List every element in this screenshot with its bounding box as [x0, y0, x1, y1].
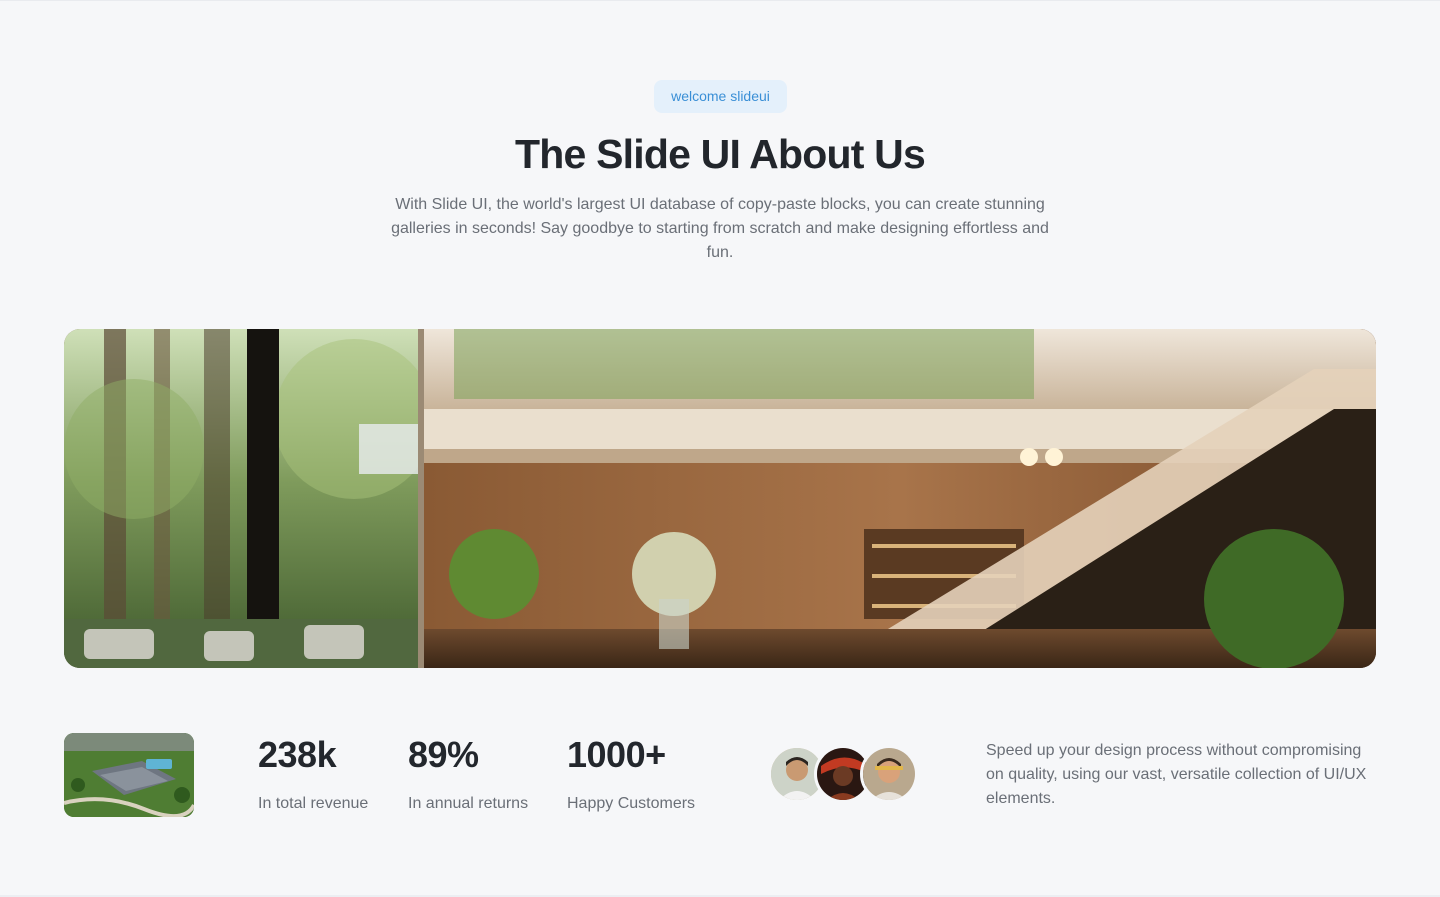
stat-revenue: 238k In total revenue — [258, 733, 368, 814]
hero-interior-illustration — [64, 329, 1376, 668]
stat-label: In annual returns — [408, 795, 529, 812]
page-title: The Slide UI About Us — [515, 131, 926, 177]
top-divider — [0, 0, 1440, 1]
stat-returns: 89% In annual returns — [408, 733, 528, 814]
welcome-badge: welcome slideui — [654, 80, 787, 113]
avatar — [860, 745, 918, 803]
stat-label: In total revenue — [258, 795, 369, 812]
aerial-house-illustration — [64, 733, 194, 817]
stat-value: 1000+ — [567, 734, 666, 775]
aerial-thumbnail — [64, 733, 194, 817]
stat-value: 89% — [408, 734, 479, 775]
stat-value: 238k — [258, 734, 337, 775]
hero-image — [64, 329, 1376, 668]
about-section: welcome slideui The Slide UI About Us Wi… — [0, 0, 1440, 897]
stat-customers: 1000+ Happy Customers — [567, 733, 695, 814]
person-icon — [863, 748, 915, 800]
customer-avatars — [768, 745, 928, 805]
page-subtitle: With Slide UI, the world's largest UI da… — [391, 196, 1049, 261]
feature-blurb: Speed up your design process without com… — [986, 742, 1367, 807]
stat-label: Happy Customers — [567, 795, 696, 812]
